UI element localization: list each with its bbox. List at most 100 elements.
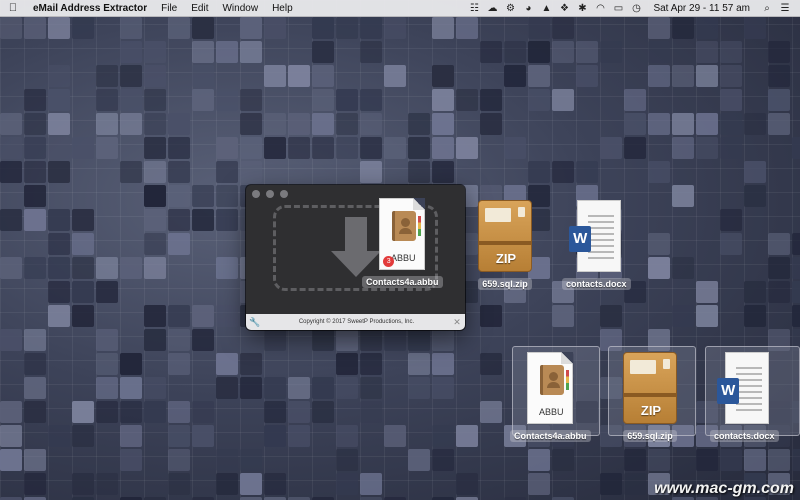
wallpaper-tile	[120, 113, 142, 135]
wallpaper-tile	[408, 161, 430, 183]
wallpaper-tile	[144, 185, 166, 207]
wallpaper-tile	[624, 473, 646, 495]
wallpaper-tile	[312, 401, 334, 423]
menu-window[interactable]: Window	[215, 0, 265, 17]
wallpaper-tile	[696, 137, 718, 159]
wallpaper-tile	[0, 449, 22, 471]
wallpaper-tile	[720, 137, 742, 159]
wallpaper-tile	[600, 305, 622, 327]
wallpaper-tile	[336, 425, 358, 447]
cloud-icon[interactable]: ☁	[483, 0, 501, 17]
wallpaper-tile	[168, 185, 190, 207]
wallpaper-tile	[48, 137, 70, 159]
wallpaper-tile	[216, 89, 238, 111]
wallpaper-tile	[24, 377, 46, 399]
wallpaper-tile	[216, 353, 238, 375]
mask-icon[interactable]: ◕	[519, 0, 537, 17]
desktop-file-abbu[interactable]: ABBU Contacts4a.abbu	[510, 352, 591, 442]
desktop-file-docx[interactable]: W contacts.docx	[710, 352, 779, 442]
dragged-file-zip[interactable]: ZIP 659.sql.zip	[476, 200, 534, 290]
desktop-file-zip[interactable]: ZIP 659.sql.zip	[621, 352, 679, 442]
wallpaper-tile	[264, 113, 286, 135]
wallpaper-tile	[648, 113, 670, 135]
wallpaper-tile	[216, 377, 238, 399]
wallpaper-tile	[0, 257, 22, 279]
wallpaper-tile	[360, 89, 382, 111]
apple-icon[interactable]: 	[0, 2, 26, 14]
wallpaper-tile	[24, 329, 46, 351]
search-icon[interactable]: ⌕	[758, 0, 776, 17]
wallpaper-tile	[48, 161, 70, 183]
bluetooth-icon[interactable]: ✱	[573, 0, 591, 17]
wallpaper-tile	[72, 401, 94, 423]
wallpaper-tile	[48, 281, 70, 303]
menu-app-name[interactable]: eMail Address Extractor	[26, 0, 154, 17]
wallpaper-tile	[672, 305, 694, 327]
wallpaper-tile	[648, 17, 670, 39]
wallpaper-tile	[720, 233, 742, 255]
wallpaper-tile	[480, 89, 502, 111]
wallpaper-tile	[240, 449, 262, 471]
wrench-icon[interactable]: 🔧	[246, 317, 264, 328]
wallpaper-tile	[720, 209, 742, 231]
word-document-icon: W	[715, 352, 773, 426]
wallpaper-tile	[384, 425, 406, 447]
wallpaper-tile	[312, 89, 334, 111]
wallpaper-tile	[408, 137, 430, 159]
dragged-file-docx[interactable]: W contacts.docx	[562, 200, 631, 290]
menu-help[interactable]: Help	[265, 0, 300, 17]
minimize-window-button[interactable]	[266, 190, 274, 198]
wallpaper-tile	[24, 449, 46, 471]
wireless-icon[interactable]: ☷	[465, 0, 483, 17]
wallpaper-tile	[576, 41, 598, 63]
wallpaper-tile	[168, 329, 190, 351]
wifi-icon[interactable]: ◠	[591, 0, 609, 17]
wallpaper-tile	[216, 41, 238, 63]
wallpaper-tile	[144, 89, 166, 111]
wallpaper-tile	[120, 449, 142, 471]
wallpaper-tile	[0, 329, 22, 351]
wallpaper-tile	[168, 425, 190, 447]
wallpaper-tile	[288, 425, 310, 447]
wallpaper-tile	[744, 161, 766, 183]
airplay-icon[interactable]: ▭	[609, 0, 627, 17]
wallpaper-tile	[624, 89, 646, 111]
list-icon[interactable]: ☰	[776, 0, 794, 17]
menu-file[interactable]: File	[154, 0, 184, 17]
wallpaper-tile	[168, 161, 190, 183]
wallpaper-tile	[48, 65, 70, 87]
wallpaper-tile	[480, 305, 502, 327]
wallpaper-tile	[456, 473, 478, 495]
shield-icon[interactable]: ▲	[537, 0, 555, 17]
wallpaper-tile	[768, 281, 790, 303]
wallpaper-tile	[360, 377, 382, 399]
wallpaper-tile	[720, 65, 742, 87]
wallpaper-tile	[0, 113, 22, 135]
wallpaper-tile	[384, 329, 406, 351]
close-window-button[interactable]	[252, 190, 260, 198]
wallpaper-tile	[360, 113, 382, 135]
wallpaper-tile	[528, 449, 550, 471]
wallpaper-tile	[336, 17, 358, 39]
wallpaper-tile	[432, 425, 454, 447]
wallpaper-tile	[432, 377, 454, 399]
window-controls	[252, 190, 288, 198]
menu-edit[interactable]: Edit	[184, 0, 215, 17]
wallpaper-tile	[144, 41, 166, 63]
dragged-file-abbu[interactable]: ABBU 3 Contacts4a.abbu	[362, 198, 443, 288]
wallpaper-tile	[768, 65, 790, 87]
gear-icon[interactable]: ⚙	[501, 0, 519, 17]
file-label: contacts.docx	[710, 430, 779, 442]
file-label: 659.sql.zip	[623, 430, 677, 442]
wallpaper-tile	[432, 89, 454, 111]
wallpaper-tile	[240, 137, 262, 159]
wallpaper-tile	[528, 89, 550, 111]
dropbox-icon[interactable]: ❖	[555, 0, 573, 17]
zoom-window-button[interactable]	[280, 190, 288, 198]
wallpaper-tile	[720, 113, 742, 135]
close-icon[interactable]: ✕	[449, 317, 465, 328]
wallpaper-tile	[192, 425, 214, 447]
time-machine-icon[interactable]: ◷	[627, 0, 645, 17]
menu-clock[interactable]: Sat Apr 29 - 11 57 am	[645, 3, 758, 14]
wallpaper-tile	[456, 89, 478, 111]
